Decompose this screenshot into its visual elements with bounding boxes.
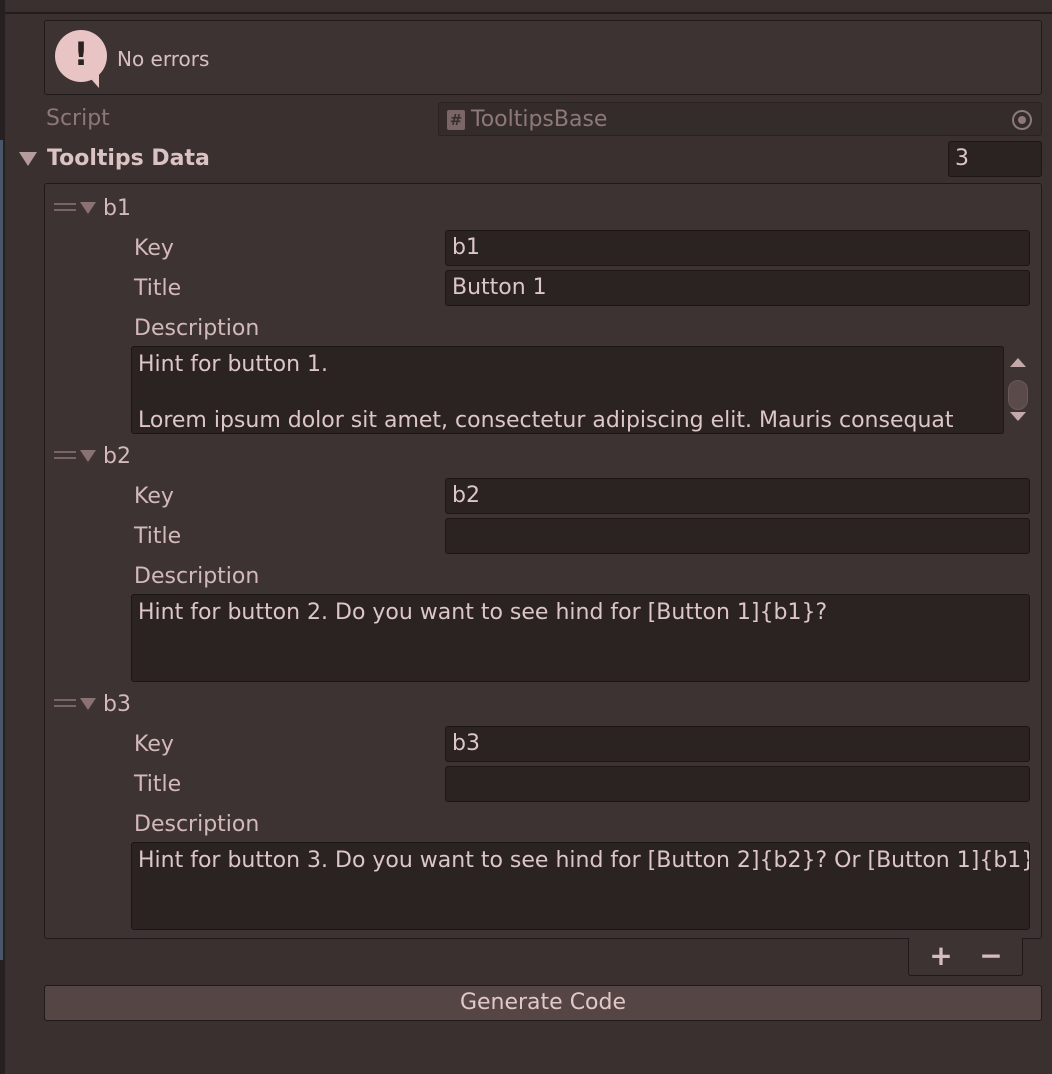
description-label: Description: [134, 812, 260, 837]
key-field[interactable]: b3: [445, 726, 1030, 762]
script-object-field[interactable]: # TooltipsBase: [438, 102, 1042, 136]
description-line: Hint for button 2. Do you want to see hi…: [138, 600, 828, 625]
title-label: Title: [134, 276, 182, 301]
description-label: Description: [134, 564, 260, 589]
title-field[interactable]: Button 1: [445, 270, 1030, 306]
header-divider: [5, 12, 1052, 14]
object-picker-icon[interactable]: [1012, 110, 1032, 130]
description-textarea[interactable]: Hint for button 2. Do you want to see hi…: [131, 594, 1030, 682]
scroll-up-arrow-icon[interactable]: [1010, 358, 1026, 367]
key-field[interactable]: b2: [445, 478, 1030, 514]
script-value: TooltipsBase: [471, 107, 608, 132]
description-textarea[interactable]: Hint for button 1. Lorem ipsum dolor sit…: [131, 346, 1004, 434]
array-size-field[interactable]: 3: [948, 141, 1042, 177]
window-edge: [0, 0, 5, 1074]
tooltips-foldout-triangle-icon[interactable]: [19, 152, 37, 166]
item-header-b2[interactable]: b2: [103, 444, 131, 469]
script-hash-icon: #: [447, 110, 465, 130]
generate-code-button[interactable]: Generate Code: [44, 985, 1042, 1021]
item-header-b3[interactable]: b3: [103, 692, 131, 717]
description-label: Description: [134, 316, 260, 341]
add-element-button[interactable]: +: [926, 940, 956, 972]
help-message: No errors: [117, 47, 210, 71]
description-line: Hint for button 3. Do you want to see hi…: [138, 848, 1030, 873]
warning-bubble-icon: !: [55, 30, 107, 88]
title-label: Title: [134, 772, 182, 797]
remove-element-button[interactable]: −: [976, 940, 1006, 972]
description-line: [138, 379, 997, 407]
key-field[interactable]: b1: [445, 230, 1030, 266]
description-line: Lorem ipsum dolor sit amet, consectetur …: [138, 408, 954, 433]
key-label: Key: [134, 484, 174, 509]
item-foldout-triangle-icon[interactable]: [80, 202, 96, 214]
help-box: ! No errors: [44, 20, 1042, 95]
title-field[interactable]: [445, 766, 1030, 802]
key-label: Key: [134, 732, 174, 757]
key-label: Key: [134, 236, 174, 261]
item-foldout-triangle-icon[interactable]: [80, 698, 96, 710]
title-label: Title: [134, 524, 182, 549]
description-line: Hint for button 1.: [138, 352, 329, 377]
script-label: Script: [46, 106, 110, 131]
item-foldout-triangle-icon[interactable]: [80, 450, 96, 462]
list-footer: + −: [908, 938, 1023, 976]
scroll-down-arrow-icon[interactable]: [1010, 412, 1026, 421]
tooltips-data-label[interactable]: Tooltips Data: [47, 146, 210, 171]
title-field[interactable]: [445, 518, 1030, 554]
scrollbar-thumb[interactable]: [1008, 380, 1028, 410]
drag-handle-icon[interactable]: [54, 699, 76, 707]
drag-handle-icon[interactable]: [54, 451, 76, 459]
description-textarea[interactable]: Hint for button 3. Do you want to see hi…: [131, 842, 1030, 930]
drag-handle-icon[interactable]: [54, 203, 76, 211]
item-header-b1[interactable]: b1: [103, 196, 131, 221]
